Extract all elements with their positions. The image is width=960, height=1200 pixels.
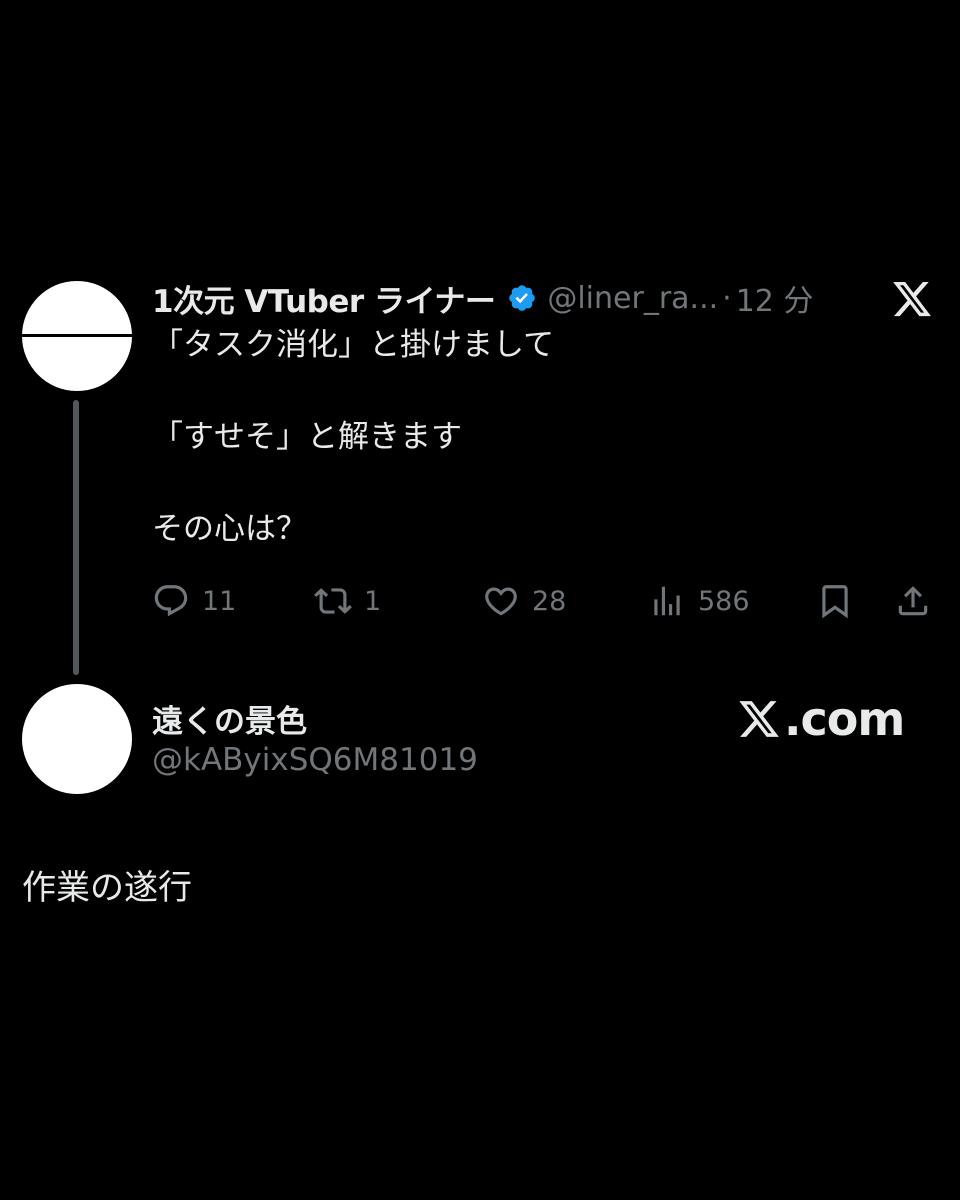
like-button[interactable]: 28: [482, 580, 566, 622]
reply-count: 11: [202, 585, 237, 617]
tweet-body: 「タスク消化」と掛けまして ​ 「すせそ」と解きます ​ その心は？: [152, 322, 554, 552]
tweet-line: 「すせそ」と解きます: [152, 419, 462, 455]
reply-author-display-name[interactable]: 遠くの景色: [152, 696, 307, 741]
author-handle[interactable]: @liner_ra...: [547, 281, 718, 316]
reply-icon: [154, 585, 188, 617]
tweet-header: 1次元 VTuber ライナー @liner_ra... · 12 分: [152, 274, 813, 322]
tweet-timestamp[interactable]: 12 分: [736, 276, 814, 320]
x-logo-icon: [893, 281, 931, 317]
reply-button[interactable]: 11: [152, 580, 236, 622]
author-display-name[interactable]: 1次元 VTuber ライナー: [152, 276, 496, 321]
tweet-line-blank: ​: [152, 460, 554, 506]
views-chart-icon: [654, 586, 680, 616]
retweet-button[interactable]: 1: [314, 580, 381, 622]
author-avatar[interactable]: [22, 281, 132, 391]
thread-connector-line: [73, 400, 79, 675]
like-count: 28: [532, 585, 567, 617]
reply-body: 作業の遂行: [22, 868, 192, 908]
tweet-line: その心は？: [152, 511, 307, 547]
bookmark-icon: [822, 585, 848, 619]
avatar-divider-line: [22, 334, 132, 337]
tweet-action-bar: 11 1 28 586: [152, 580, 942, 622]
heart-icon: [485, 587, 517, 616]
x-logo-icon: [739, 701, 779, 737]
bookmark-button[interactable]: [816, 580, 854, 622]
tweet-line-blank: ​: [152, 368, 554, 414]
tweet-line: 「タスク消化」と掛けまして: [152, 327, 555, 363]
share-button[interactable]: [894, 580, 932, 622]
verified-badge-icon: [509, 285, 536, 311]
x-com-watermark: .com: [736, 692, 905, 746]
watermark-text: .com: [784, 692, 905, 746]
retweet-icon: [314, 588, 352, 614]
retweet-count: 1: [364, 585, 382, 617]
reply-author-avatar[interactable]: [22, 684, 132, 794]
views-button[interactable]: 586: [648, 580, 750, 622]
header-separator: ·: [722, 280, 732, 316]
views-count: 586: [698, 585, 750, 617]
reply-author-handle[interactable]: @kAByixSQ6M81019: [152, 742, 478, 778]
share-icon: [898, 586, 928, 616]
